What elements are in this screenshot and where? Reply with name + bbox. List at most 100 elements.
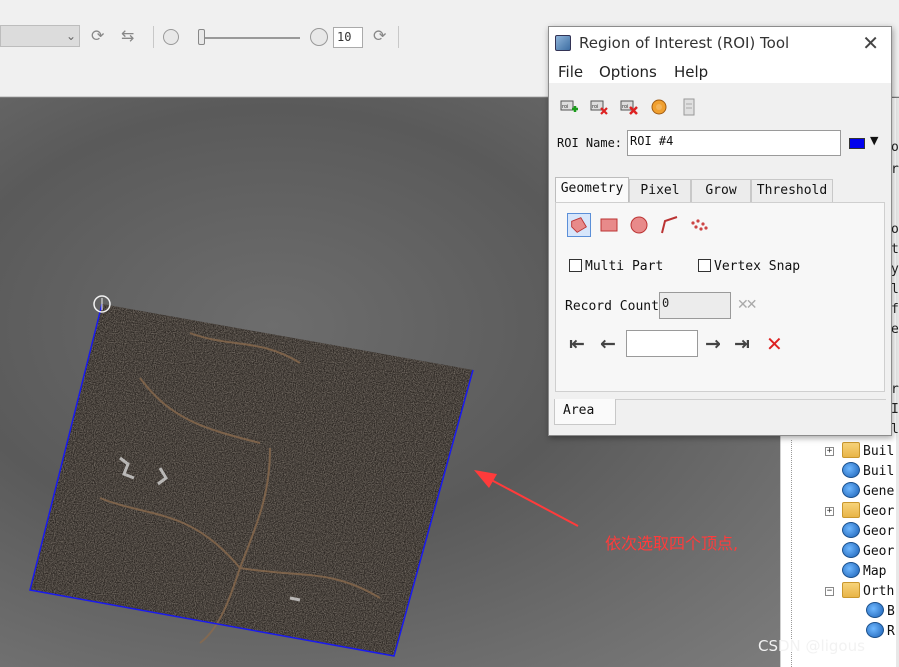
tree-item[interactable]: B <box>866 602 899 619</box>
folder-icon <box>842 582 860 598</box>
tree-item[interactable]: Buil <box>842 442 899 459</box>
tree-item[interactable]: Gene <box>842 482 899 499</box>
previous-record-icon[interactable]: ← <box>600 333 616 355</box>
layer-combo[interactable]: ⌄ <box>0 25 80 47</box>
tree-item[interactable]: Map <box>842 562 899 579</box>
rectangle-icon[interactable] <box>597 213 621 237</box>
tree-expander[interactable]: + <box>825 447 834 456</box>
tree-edge-char: l <box>891 422 899 437</box>
slider-thumb[interactable] <box>198 29 205 45</box>
tree-item[interactable]: Geor <box>842 522 899 539</box>
tree-expander[interactable]: + <box>825 507 834 516</box>
record-count-field: 0 <box>659 292 731 319</box>
tool-icon <box>866 622 884 638</box>
next-record-icon[interactable]: → <box>705 333 721 355</box>
tree-item-label: Geor <box>863 524 895 539</box>
roi-name-input[interactable]: ROI #4 <box>627 130 841 156</box>
tree-item-label: Geor <box>863 504 895 519</box>
tool-icon <box>842 562 860 578</box>
dialog-title-bar[interactable]: Region of Interest (ROI) Tool ✕ <box>549 27 891 59</box>
tree-edge-char: o <box>891 140 899 155</box>
roi-color-swatch[interactable] <box>849 138 865 149</box>
roi-tool-dialog[interactable]: Region of Interest (ROI) Tool ✕ File Opt… <box>548 26 892 436</box>
tab-geometry[interactable]: Geometry <box>555 177 629 203</box>
tree-item-label: Geor <box>863 544 895 559</box>
multi-part-checkbox[interactable]: Multi Part <box>569 259 663 274</box>
first-record-icon[interactable]: ⇤ <box>569 333 585 355</box>
tree-item[interactable]: Buil <box>842 462 899 479</box>
tree-edge-char: l <box>891 282 899 297</box>
tree-item[interactable]: R <box>866 622 899 639</box>
color-dropdown-icon[interactable]: ▼ <box>870 134 878 147</box>
polygon-icon[interactable] <box>567 213 591 237</box>
tree-item-label: R <box>887 624 895 639</box>
tree-item-label: B <box>887 604 895 619</box>
folder-icon <box>842 442 860 458</box>
vertex-snap-checkbox[interactable]: Vertex Snap <box>698 259 800 274</box>
tree-guide-line <box>791 440 792 667</box>
tree-item[interactable]: Geor <box>842 542 899 559</box>
refresh-icon[interactable]: ⟳ <box>91 26 104 45</box>
tab-pixel[interactable]: Pixel <box>629 179 691 203</box>
tree-edge-char: r <box>891 382 899 397</box>
annotation-arrowhead <box>474 470 497 488</box>
tree-edge-char: y <box>891 262 899 277</box>
annotation-text: 依次选取四个顶点, <box>605 534 739 553</box>
tool-icon <box>842 462 860 478</box>
tree-edge-char: t <box>891 242 899 257</box>
delete-roi-icon[interactable]: roi <box>589 97 609 117</box>
tree-item[interactable]: Geor <box>842 502 899 519</box>
tab-grow[interactable]: Grow <box>691 179 751 203</box>
delete-all-roi-icon[interactable]: roi <box>619 97 639 117</box>
clear-records-icon[interactable]: ✕✕ <box>737 297 758 313</box>
menu-help[interactable]: Help <box>674 63 708 81</box>
last-record-icon[interactable]: ⇥ <box>734 333 750 355</box>
annotation-arrow <box>481 474 579 527</box>
tool-icon <box>866 602 884 618</box>
go-to-roi-icon[interactable] <box>649 97 669 117</box>
tool-icon <box>842 522 860 538</box>
slider-value[interactable]: 10 <box>333 27 363 48</box>
tree-item-label: Buil <box>863 464 895 479</box>
delete-record-icon[interactable]: ✕ <box>766 332 783 356</box>
info-icon[interactable] <box>679 97 699 117</box>
ellipse-icon[interactable] <box>627 213 651 237</box>
tree-item-label: Orth <box>863 584 895 599</box>
tab-threshold[interactable]: Threshold <box>751 179 833 203</box>
tree-item-label: Gene <box>863 484 895 499</box>
record-index-input[interactable] <box>626 330 698 357</box>
tree-item-label: Buil <box>863 444 895 459</box>
point-icon[interactable] <box>687 213 711 237</box>
polyline-icon[interactable] <box>657 213 681 237</box>
checkbox-box <box>569 259 582 272</box>
new-roi-icon[interactable]: roi <box>559 97 579 117</box>
tree-item-label: Map <box>863 564 887 579</box>
tree-edge-char: e <box>891 322 899 337</box>
slider-track <box>198 37 300 39</box>
watermark: CSDN @ligous <box>758 637 865 655</box>
svg-text:roi: roi <box>622 104 628 110</box>
svg-text:roi: roi <box>562 104 568 110</box>
refresh-icon[interactable]: ⟳ <box>373 26 386 45</box>
folder-icon <box>842 502 860 518</box>
record-count-label: Record Count <box>565 299 659 314</box>
close-icon[interactable]: ✕ <box>862 31 879 55</box>
brightness-icon[interactable] <box>163 29 179 45</box>
dialog-title: Region of Interest (ROI) Tool <box>579 34 790 52</box>
checkbox-box <box>698 259 711 272</box>
chevron-down-icon: ⌄ <box>65 29 76 43</box>
multi-part-label: Multi Part <box>585 259 664 274</box>
tree-expander[interactable]: − <box>825 587 834 596</box>
tool-icon <box>842 482 860 498</box>
menu-file[interactable]: File <box>558 63 583 81</box>
image-texture <box>30 304 473 656</box>
vertex-snap-label: Vertex Snap <box>714 259 801 274</box>
menu-bar: File Options Help <box>549 59 891 83</box>
stretch-icon[interactable]: ⇆ <box>121 26 134 45</box>
tree-edge-char: f <box>891 302 899 317</box>
menu-options[interactable]: Options <box>599 63 657 81</box>
tab-area[interactable]: Area <box>554 399 616 425</box>
slider-end-icon[interactable] <box>310 28 328 46</box>
tree-item[interactable]: Orth <box>842 582 899 599</box>
toolbar-separator <box>398 26 399 48</box>
